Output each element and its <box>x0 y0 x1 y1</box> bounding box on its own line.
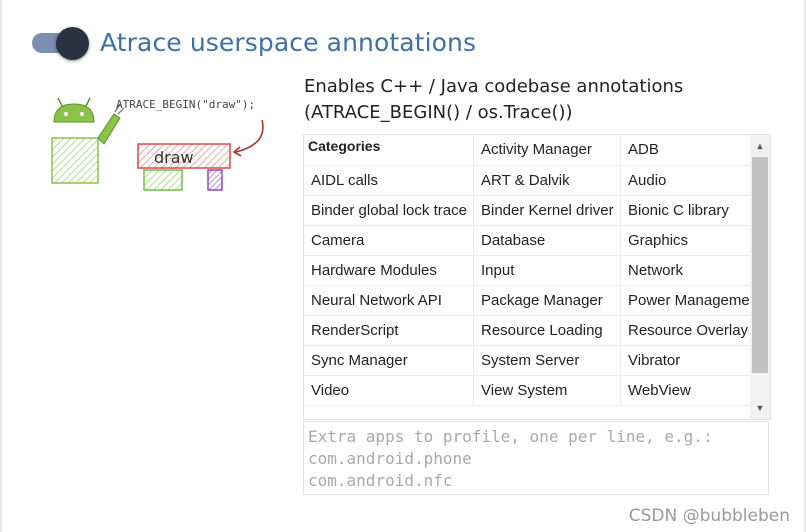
scroll-thumb[interactable] <box>752 157 768 373</box>
atrace-toggle[interactable] <box>32 25 90 60</box>
scroll-down-icon[interactable]: ▼ <box>750 399 770 417</box>
category-item[interactable]: Binder Kernel driver <box>474 196 621 226</box>
description-line-2: (ATRACE_BEGIN() / os.Trace()) <box>304 102 573 123</box>
category-item[interactable]: Activity Manager <box>474 135 621 166</box>
category-item[interactable]: Sync Manager <box>304 346 474 376</box>
category-item[interactable]: Audio <box>621 166 750 196</box>
section-header: Atrace userspace annotations <box>32 22 476 62</box>
category-item[interactable]: ADB <box>621 135 750 166</box>
toggle-knob <box>56 27 89 60</box>
categories-scrollbar[interactable]: ▲ ▼ <box>750 135 770 419</box>
category-item[interactable]: Package Manager <box>474 286 621 316</box>
category-item[interactable]: AIDL calls <box>304 166 474 196</box>
categories-grid: Categories Activity Manager ADB AIDL calls… <box>304 135 750 406</box>
watermark: CSDN @bubbleben <box>628 506 790 526</box>
section-title: Atrace userspace annotations <box>100 27 477 57</box>
category-item[interactable]: Hardware Modules <box>304 256 474 286</box>
category-item[interactable]: View System <box>474 376 621 406</box>
child-slice-purple <box>207 169 223 191</box>
draw-slice-label: draw <box>154 148 194 167</box>
android-robot-icon <box>51 97 125 184</box>
category-item[interactable]: Resource Loading <box>474 316 621 346</box>
category-item[interactable]: RenderScript <box>304 316 474 346</box>
description-line-1: Enables C++ / Java codebase annotations <box>304 76 684 97</box>
atrace-illustration: ATRACE_BEGIN("draw"); draw <box>51 97 264 191</box>
category-item[interactable]: System Server <box>474 346 621 376</box>
category-item[interactable]: ART & Dalvik <box>474 166 621 196</box>
category-item[interactable]: Network <box>621 256 750 286</box>
categories-list[interactable]: Categories Activity Manager ADB AIDL calls… <box>303 134 771 420</box>
category-item[interactable]: Bionic C library <box>621 196 750 226</box>
scroll-up-icon[interactable]: ▲ <box>750 137 770 155</box>
atrace-card: Atrace userspace annotations ATRACE_BEGI… <box>0 0 806 532</box>
category-item[interactable]: Video <box>304 376 474 406</box>
category-item[interactable]: Neural Network API <box>304 286 474 316</box>
category-item[interactable]: Vibrator <box>621 346 750 376</box>
category-item[interactable]: Resource Overlay <box>621 316 750 346</box>
category-item[interactable]: Database <box>474 226 621 256</box>
extra-apps-input[interactable] <box>303 421 769 495</box>
categories-header: Categories <box>304 135 474 166</box>
category-item[interactable]: Input <box>474 256 621 286</box>
category-item[interactable]: Binder global lock trace <box>304 196 474 226</box>
category-item[interactable]: WebView <box>621 376 750 406</box>
category-item[interactable]: Power Manageme <box>621 286 750 316</box>
category-item[interactable]: Graphics <box>621 226 750 256</box>
atrace-code-label: ATRACE_BEGIN("draw"); <box>116 98 255 111</box>
child-slice-green <box>143 169 183 191</box>
description: Enables C++ / Java codebase annotations … <box>304 74 774 126</box>
category-item[interactable]: Camera <box>304 226 474 256</box>
